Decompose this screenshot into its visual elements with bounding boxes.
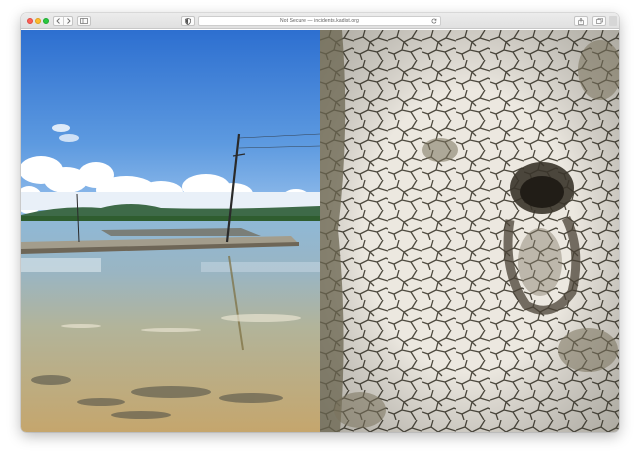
chevron-left-icon: [56, 18, 60, 24]
browser-toolbar: Not Secure — incidents.kadist.org: [21, 13, 619, 29]
privacy-report-button[interactable]: [181, 16, 195, 26]
navigation-buttons: [53, 16, 73, 26]
sidebar-button[interactable]: [77, 16, 91, 26]
sidebar-icon: [80, 18, 88, 24]
back-button[interactable]: [54, 17, 63, 25]
new-tab-button[interactable]: [609, 16, 617, 26]
page-content: [21, 30, 619, 432]
shield-icon: [185, 17, 191, 25]
tab-overview-button[interactable]: [592, 16, 606, 26]
minimize-window-button[interactable]: [35, 18, 41, 24]
address-bar[interactable]: Not Secure — incidents.kadist.org: [198, 16, 441, 26]
salt-flats-photo[interactable]: [21, 30, 320, 432]
close-window-button[interactable]: [27, 18, 33, 24]
tabs-icon: [595, 18, 603, 24]
browser-window: Not Secure — incidents.kadist.org: [21, 13, 619, 432]
share-button[interactable]: [574, 16, 588, 26]
salt-crust-photo[interactable]: [320, 30, 619, 432]
chevron-right-icon: [66, 18, 71, 24]
share-icon: [578, 17, 584, 25]
reload-icon[interactable]: [431, 18, 437, 24]
zoom-window-button[interactable]: [43, 18, 49, 24]
address-text: Not Secure — incidents.kadist.org: [280, 18, 359, 24]
forward-button[interactable]: [63, 17, 72, 25]
